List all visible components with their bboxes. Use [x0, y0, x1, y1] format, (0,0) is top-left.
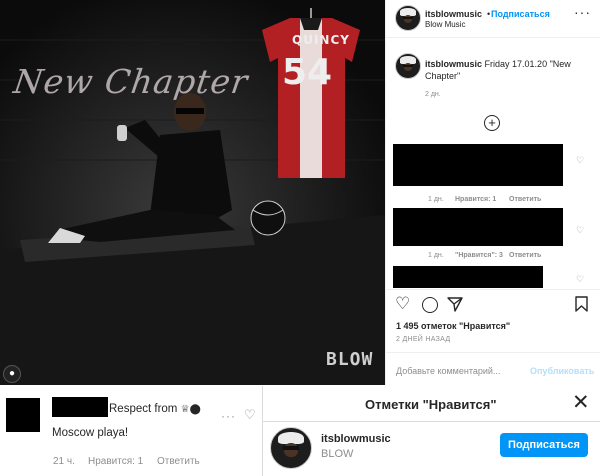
actions-divider — [386, 289, 600, 290]
photo-title-script: New Chapter — [11, 62, 251, 101]
caption: itsblowmusic Friday 17.01.20 "New Chapte… — [425, 58, 585, 82]
redacted-comment — [393, 144, 563, 186]
comment-time[interactable]: 1 дн. — [428, 252, 444, 259]
header-separator: • — [487, 9, 491, 19]
comment-text: Respect from ♕⬤ — [109, 403, 201, 415]
comment-reply[interactable]: Ответить — [509, 252, 541, 259]
header-divider — [386, 37, 600, 38]
crown-emoji-icon: ♕ — [180, 404, 190, 415]
header-avatar[interactable] — [395, 5, 421, 31]
load-more-comments-icon[interactable]: + — [484, 115, 500, 131]
jersey-number: 54 — [282, 52, 333, 93]
photo-brand-mark: BLOW — [326, 349, 374, 370]
comment-likes[interactable]: "Нравится": 3 — [455, 252, 503, 259]
header-follow-button[interactable]: Подписаться — [491, 9, 550, 19]
heart-icon[interactable]: ♡ — [395, 294, 410, 314]
redacted-avatar — [6, 398, 40, 432]
publish-button[interactable]: Опубликовать — [530, 366, 594, 376]
liker-name: BLOW — [321, 448, 354, 460]
comment-likes[interactable]: Нравится: 1 — [88, 456, 143, 467]
comment-second-line: Moscow playa! — [52, 427, 129, 439]
comment-like-heart-icon[interactable]: ♡ — [576, 274, 584, 285]
share-icon[interactable] — [447, 296, 463, 312]
redacted-username — [52, 397, 108, 417]
likes-count[interactable]: 1 495 отметок "Нравится" — [396, 321, 510, 331]
comment-like-heart-icon[interactable]: ♡ — [576, 155, 584, 166]
comment-text-suffix: Respect from — [109, 403, 178, 415]
comment-reply[interactable]: Ответить — [509, 196, 541, 203]
posted-ago[interactable]: 2 ДНЕЙ НАЗАД — [396, 336, 450, 343]
jersey-name: QUINCY — [292, 33, 350, 47]
modal-divider — [262, 421, 600, 422]
liker-username[interactable]: itsblowmusic — [321, 433, 391, 445]
redacted-comment — [393, 266, 543, 288]
liker-follow-button[interactable]: Подписаться — [500, 433, 588, 457]
comment-time[interactable]: 21 ч. — [53, 456, 75, 467]
comment-reply[interactable]: Ответить — [157, 456, 200, 467]
black-circle-emoji-icon: ⬤ — [189, 404, 201, 415]
add-comment-input[interactable]: Добавьте комментарий... — [396, 366, 500, 376]
header-subtitle[interactable]: Blow Music — [425, 20, 465, 29]
comment-input-divider — [386, 352, 600, 353]
liker-avatar[interactable] — [270, 427, 312, 469]
close-icon[interactable]: ✕ — [572, 390, 590, 415]
caption-username[interactable]: itsblowmusic — [425, 59, 482, 69]
redacted-comment — [393, 208, 563, 246]
more-horizontal-icon[interactable]: ··· — [221, 409, 236, 423]
comment-time[interactable]: 1 дн. — [428, 196, 444, 203]
comment-icon[interactable] — [422, 297, 438, 313]
comment-likes[interactable]: Нравится: 1 — [455, 196, 496, 203]
caption-time[interactable]: 2 дн. — [425, 91, 441, 98]
comment-like-heart-icon[interactable]: ♡ — [576, 225, 584, 236]
more-horizontal-icon[interactable]: ··· — [574, 4, 591, 20]
header-username[interactable]: itsblowmusic — [425, 9, 482, 19]
comment-heart-icon[interactable]: ♡ — [244, 407, 256, 423]
likes-modal-title: Отметки "Нравится" — [365, 397, 497, 412]
post-photo[interactable]: New Chapter QUINCY 54 BLOW ● — [0, 0, 385, 385]
bookmark-icon[interactable] — [575, 296, 588, 312]
user-tag-icon[interactable]: ● — [3, 365, 21, 383]
column-divider — [385, 0, 386, 385]
caption-avatar[interactable] — [395, 53, 421, 79]
